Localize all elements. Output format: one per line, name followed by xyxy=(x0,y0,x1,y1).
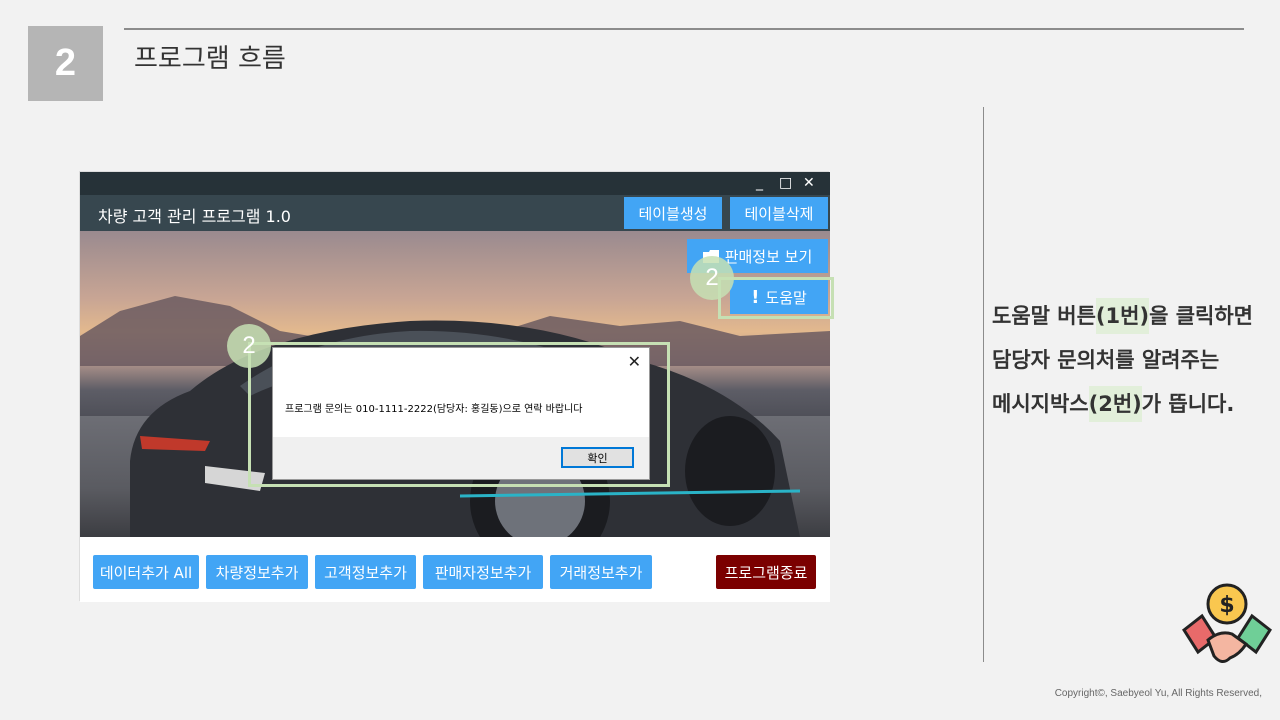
description-line-2: 담당자 문의처를 알려주는 xyxy=(992,348,1220,372)
msgbox-step-badge: 2 xyxy=(227,324,271,368)
svg-text:$: $ xyxy=(1219,593,1234,618)
help-highlight-box xyxy=(718,277,834,319)
description-line-1: 도움말 버튼(1번)을 클릭하면 xyxy=(992,294,1280,338)
description-text: 도움말 버튼(1번)을 클릭하면 담당자 문의처를 알려주는 메시지박스(2번)… xyxy=(992,294,1280,426)
add-vehicle-button[interactable]: 차량정보추가 xyxy=(206,555,308,589)
description-line-1b: 을 클릭하면 xyxy=(1149,304,1253,328)
copyright-text: Copyright©, Saebyeol Yu, All Rights Rese… xyxy=(1054,688,1262,699)
maximize-icon[interactable]: □ xyxy=(779,174,792,192)
add-all-button[interactable]: 데이터추가 All xyxy=(93,555,199,589)
ok-button[interactable]: 확인 xyxy=(561,447,634,468)
help-step-badge: 2 xyxy=(690,256,734,300)
bottom-toolbar: 데이터추가 All 차량정보추가 고객정보추가 판매자정보추가 거래정보추가 프… xyxy=(80,537,830,602)
add-customer-button[interactable]: 고객정보추가 xyxy=(315,555,416,589)
app-title: 차량 고객 관리 프로그램 1.0 xyxy=(98,207,291,226)
description-line-3b: 가 뜹니다. xyxy=(1141,392,1235,416)
message-box: ✕ 프로그램 문의는 010-1111-2222(담당자: 홍길동)으로 연락 … xyxy=(272,347,650,480)
delete-table-button[interactable]: 테이블삭제 xyxy=(730,197,828,229)
message-footer: 확인 xyxy=(273,437,649,479)
exit-program-button[interactable]: 프로그램종료 xyxy=(716,555,816,589)
slide-number: 2 xyxy=(28,26,103,101)
close-icon[interactable]: ✕ xyxy=(628,352,641,371)
minimize-icon[interactable]: _ xyxy=(756,174,763,192)
description-line-3a: 메시지박스 xyxy=(992,392,1089,416)
title-rule xyxy=(124,28,1244,30)
description-line-1a: 도움말 버튼 xyxy=(992,304,1096,328)
handshake-money-icon: $ xyxy=(1182,583,1272,663)
app-header: 차량 고객 관리 프로그램 1.0 테이블생성 테이블삭제 xyxy=(80,195,830,231)
description-line-3: 메시지박스(2번)가 뜹니다. xyxy=(992,382,1280,426)
vertical-divider xyxy=(983,107,984,662)
close-icon[interactable]: ✕ xyxy=(803,174,815,192)
create-table-button[interactable]: 테이블생성 xyxy=(624,197,722,229)
message-text: 프로그램 문의는 010-1111-2222(담당자: 홍길동)으로 연락 바랍… xyxy=(285,404,583,415)
add-transaction-button[interactable]: 거래정보추가 xyxy=(550,555,652,589)
slide-title: 프로그램 흐름 xyxy=(134,44,286,74)
add-seller-button[interactable]: 판매자정보추가 xyxy=(423,555,543,589)
view-sales-label: 판매정보 보기 xyxy=(724,247,813,266)
step-1-highlight: (1번) xyxy=(1095,298,1150,334)
step-2-highlight: (2번) xyxy=(1088,386,1142,422)
window-titlebar: _ □ ✕ xyxy=(80,172,830,195)
